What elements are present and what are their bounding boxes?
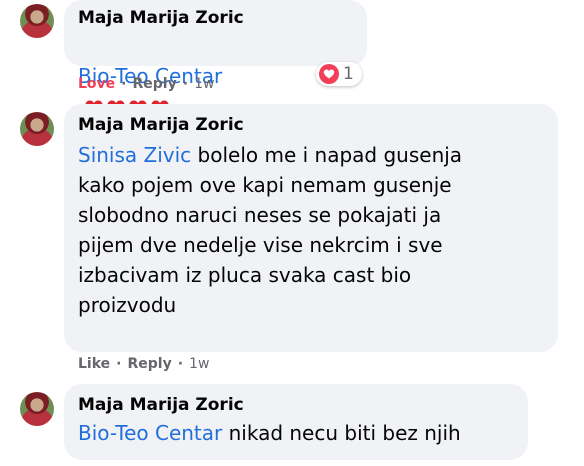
comment-bubble: Maja Marija Zoric Bio-Teo Centar nikad n… [64, 384, 528, 460]
reply-button[interactable]: Reply [133, 76, 177, 92]
comment-author[interactable]: Maja Marija Zoric [78, 394, 514, 416]
timestamp[interactable]: 1w [194, 76, 214, 92]
comment-body: bolelo me i napad gusenja kako pojem ove… [78, 143, 463, 317]
comment-bubble: Maja Marija Zoric Sinisa Zivic bolelo me… [64, 104, 558, 352]
comment-author[interactable]: Maja Marija Zoric [78, 7, 353, 29]
reaction-count-badge[interactable]: 1 [316, 62, 362, 86]
comment-body: nikad necu biti bez njih [228, 421, 461, 445]
reply-button[interactable]: Reply [127, 356, 171, 372]
separator-dot: · [121, 76, 127, 92]
comment-text: Bio-Teo Centar nikad necu biti bez njih [78, 418, 514, 448]
avatar[interactable] [20, 112, 54, 146]
comment-actions: Love · Reply · 1w [78, 76, 214, 92]
avatar[interactable] [20, 4, 54, 38]
comment-actions: Like · Reply · 1w [78, 356, 209, 372]
timestamp[interactable]: 1w [189, 356, 209, 372]
love-button[interactable]: Love [78, 76, 115, 92]
mention-link[interactable]: Bio-Teo Centar [78, 421, 222, 445]
comment-text: Sinisa Zivic bolelo me i napad gusenja k… [78, 140, 544, 320]
mention-link[interactable]: Sinisa Zivic [78, 143, 191, 167]
comment-bubble: Maja Marija Zoric Bio-Teo Centar [64, 0, 367, 115]
separator-dot: · [182, 76, 189, 92]
reaction-count: 1 [343, 64, 354, 84]
love-reaction-icon [319, 64, 339, 84]
avatar[interactable] [20, 392, 54, 426]
separator-dot: · [177, 356, 184, 372]
comment-author[interactable]: Maja Marija Zoric [78, 114, 544, 136]
separator-dot: · [116, 356, 122, 372]
like-button[interactable]: Like [78, 356, 110, 372]
